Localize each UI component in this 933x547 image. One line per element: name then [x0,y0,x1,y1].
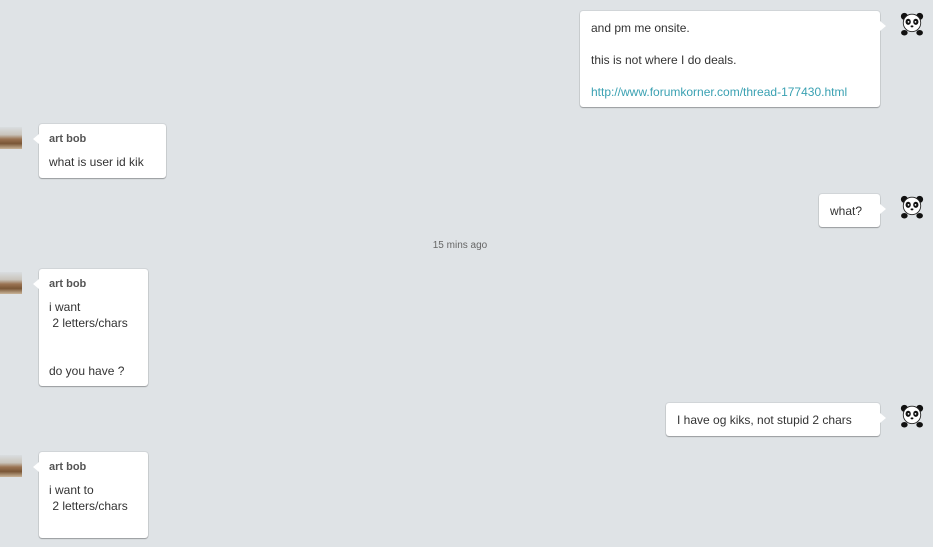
art-bob-avatar[interactable] [0,127,22,149]
message-text: what is user id kik [49,155,144,169]
sender-name: art bob [49,278,87,290]
outgoing-message: I have og kiks, not stupid 2 chars [666,403,886,436]
thread-link[interactable]: http://www.forumkorner.com/thread-177430… [591,84,869,100]
sender-name: art bob [49,461,87,473]
incoming-message: art bob what is user id kik [33,124,166,178]
outgoing-message: what? [819,194,886,227]
panda-avatar-icon [900,195,924,219]
message-text: i want to [49,483,94,497]
message-text: i want [49,300,81,314]
message-text: do you have ? [49,364,125,378]
incoming-message: art bob i want 2 letters/chars do you ha… [33,269,148,386]
panda-avatar-icon [900,12,924,36]
message-text: 2 letters/chars [49,499,128,513]
message-text: and pm me onsite. [591,21,690,35]
incoming-message: art bob i want to 2 letters/chars [33,452,148,538]
panda-avatar-icon [900,404,924,428]
timestamp: 15 mins ago [432,240,488,251]
message-text [49,331,138,363]
message-text: what? [830,204,863,218]
art-bob-avatar[interactable] [0,272,22,294]
message-text: 2 letters/chars [49,316,128,330]
message-text: this is not where I do deals. [591,53,737,67]
art-bob-avatar[interactable] [0,455,22,477]
outgoing-message: and pm me onsite. this is not where I do… [580,11,886,107]
message-text: I have og kiks, not stupid 2 chars [677,413,852,427]
sender-name: art bob [49,133,87,145]
